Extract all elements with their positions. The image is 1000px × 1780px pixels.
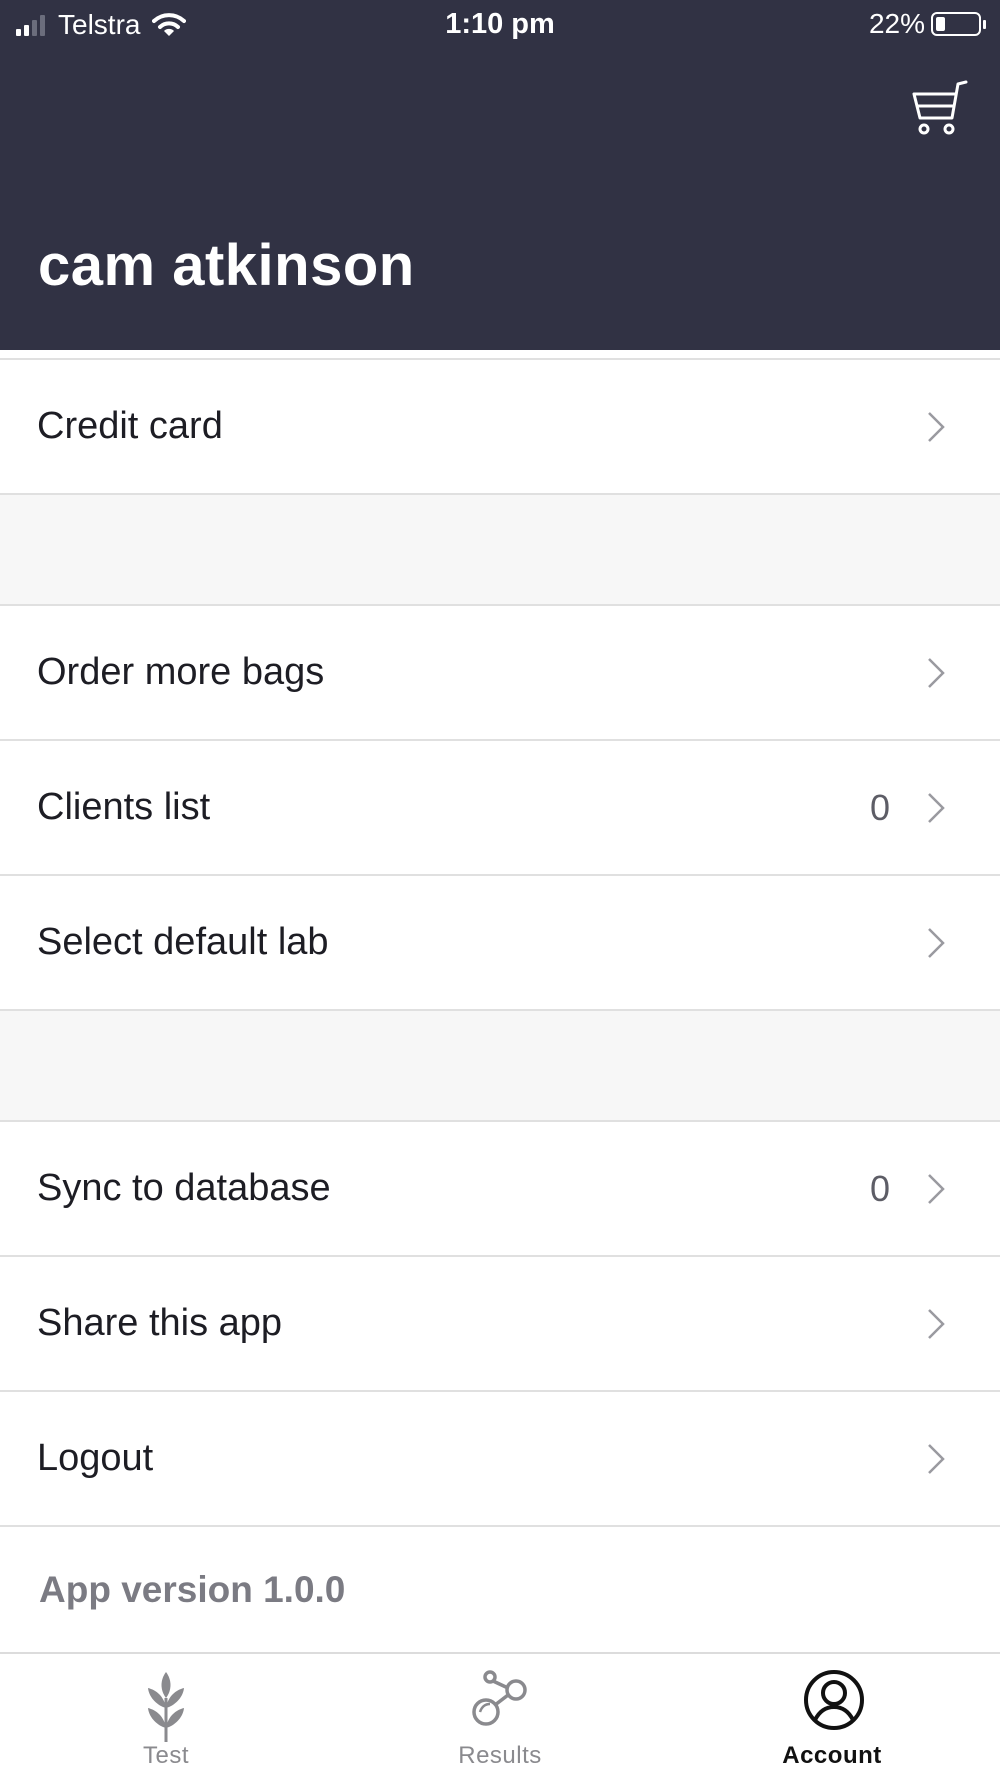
clients-list-label: Clients list (37, 786, 211, 828)
logout-label: Logout (37, 1437, 154, 1479)
account-profile-icon (804, 1670, 864, 1730)
tab-bar: Test Results Account (0, 1652, 1000, 1780)
divider (0, 350, 1000, 360)
chevron-right-icon (928, 928, 945, 958)
order-more-bags-label: Order more bags (37, 651, 325, 693)
battery-fill (936, 17, 945, 31)
logout-row[interactable]: Logout (0, 1392, 1000, 1527)
battery-percent: 22% (868, 8, 925, 39)
chevron-right-icon (928, 1174, 945, 1204)
sync-count: 0 (869, 1168, 890, 1209)
status-right: 22% (869, 8, 986, 40)
chevron-right-icon (928, 658, 945, 688)
section-gap (0, 495, 1000, 606)
credit-card-row[interactable]: Credit card (0, 360, 1000, 495)
select-default-lab-label: Select default lab (37, 921, 329, 963)
tab-test-label: Test (142, 1742, 189, 1769)
chevron-right-icon (928, 1309, 945, 1339)
status-bar: Telstra 1:10 pm 22% (0, 0, 1000, 52)
account-header: Telstra 1:10 pm 22% cam atkinson (0, 0, 1000, 350)
user-name: cam atkinson (38, 233, 415, 298)
tab-test[interactable]: Test (66, 1654, 266, 1780)
results-molecule-icon (472, 1670, 527, 1726)
shopping-cart-icon (912, 80, 968, 135)
clients-count: 0 (869, 787, 890, 828)
cart-button[interactable] (908, 78, 968, 138)
app-version-row: App version 1.0.0 (0, 1527, 1000, 1655)
wheat-icon (148, 1672, 184, 1742)
battery-cap (983, 19, 986, 29)
tab-results-label: Results (458, 1742, 542, 1769)
battery-icon (931, 12, 981, 36)
select-default-lab-row[interactable]: Select default lab (0, 876, 1000, 1011)
chevron-right-icon (928, 1444, 945, 1474)
credit-card-label: Credit card (37, 405, 223, 447)
share-this-app-row[interactable]: Share this app (0, 1257, 1000, 1392)
tab-account[interactable]: Account (732, 1654, 932, 1780)
status-time: 1:10 pm (445, 8, 555, 40)
tab-results[interactable]: Results (400, 1654, 600, 1780)
share-this-app-label: Share this app (37, 1302, 283, 1344)
section-gap (0, 1011, 1000, 1122)
sync-to-database-label: Sync to database (37, 1167, 331, 1209)
tab-account-label: Account (782, 1742, 882, 1769)
app-version-label: App version 1.0.0 (39, 1569, 346, 1610)
sync-to-database-row[interactable]: Sync to database 0 (0, 1122, 1000, 1257)
chevron-right-icon (928, 412, 945, 442)
clients-list-row[interactable]: Clients list 0 (0, 741, 1000, 876)
account-menu: Credit card Order more bags Clients list… (0, 350, 1000, 1655)
order-more-bags-row[interactable]: Order more bags (0, 606, 1000, 741)
chevron-right-icon (928, 793, 945, 823)
